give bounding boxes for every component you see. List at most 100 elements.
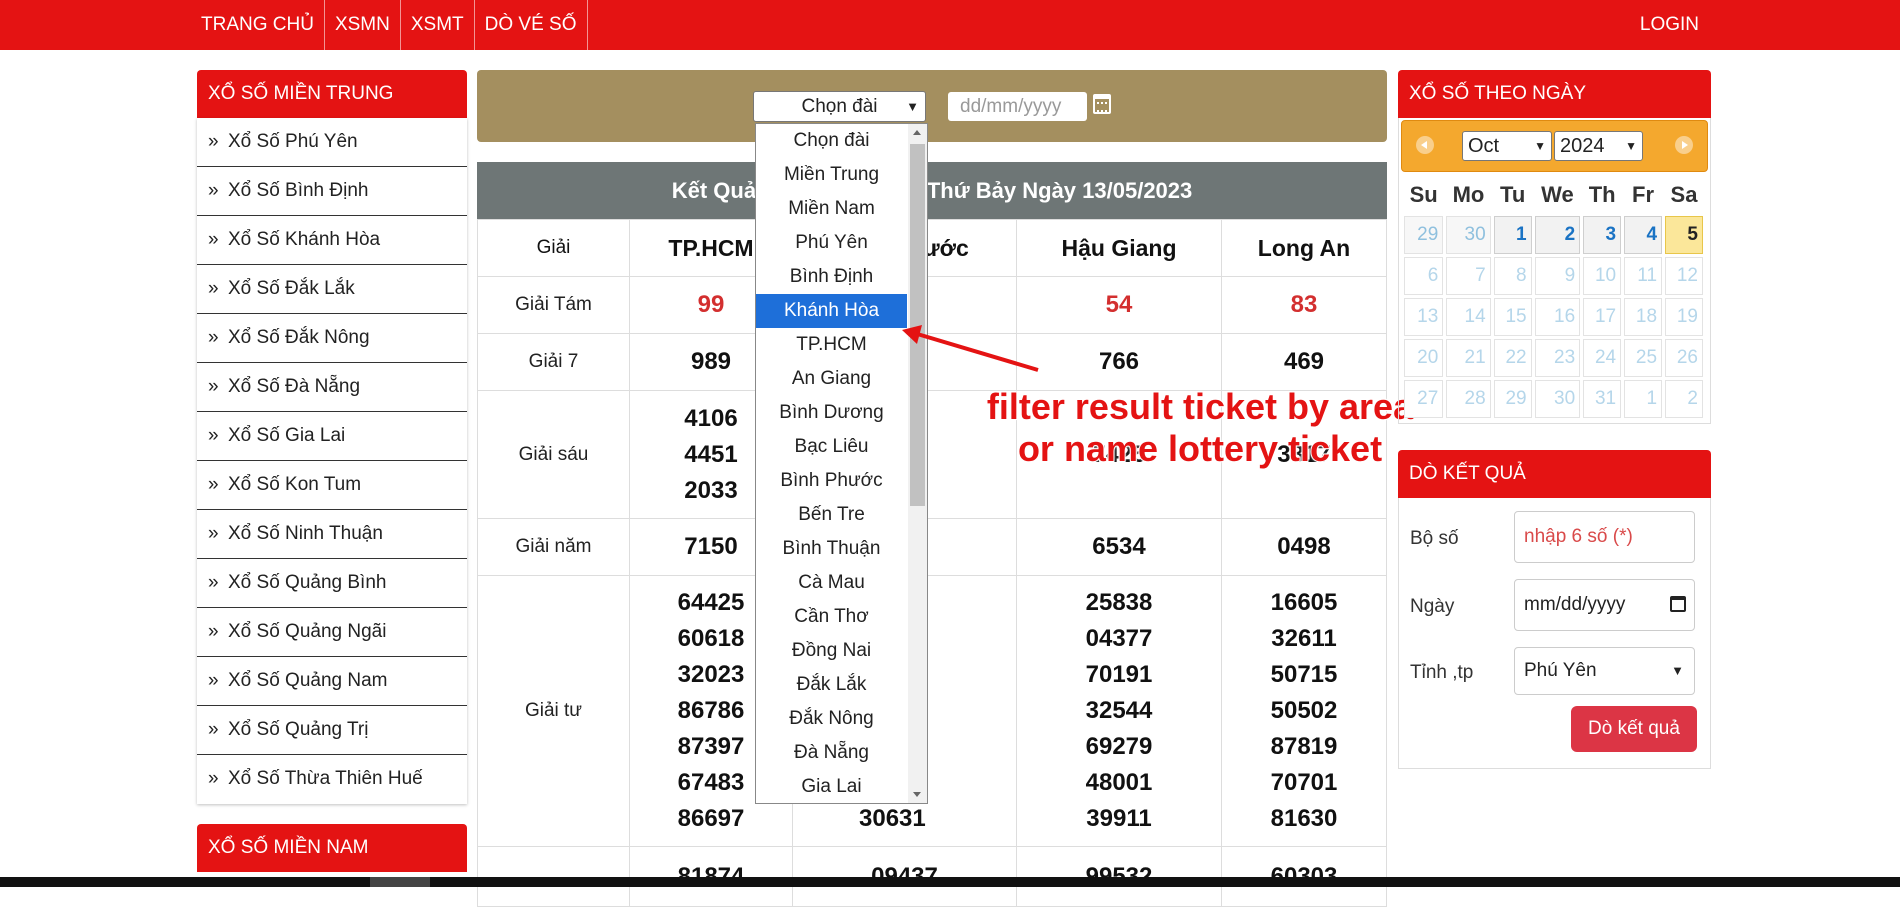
dropdown-option[interactable]: Chọn đài — [756, 124, 907, 158]
calendar-day-today[interactable]: 5 — [1665, 216, 1703, 254]
prize-number: 39911 — [1086, 805, 1152, 832]
province-select-value: Chọn đài — [801, 96, 878, 117]
dropdown-option[interactable]: Cần Thơ — [756, 600, 907, 634]
sidebar-item-thua-thien-hue[interactable]: » Xổ Số Thừa Thiên Huế — [197, 755, 467, 804]
scroll-up-icon[interactable] — [913, 130, 921, 135]
sidebar-item-label: Xổ Số Gia Lai — [228, 425, 346, 446]
dropdown-option-selected[interactable]: Khánh Hòa — [756, 294, 907, 328]
prize-number-cell: 25838 04377 70191 32544 69279 48001 3991… — [1016, 575, 1222, 847]
sidebar-item-da-nang[interactable]: » Xổ Số Đà Nẵng — [197, 363, 467, 412]
weekday-label: Sa — [1670, 182, 1698, 207]
nav-xsmt-link[interactable]: XSMT — [401, 0, 475, 50]
sidebar-item-dak-lak[interactable]: » Xổ Số Đắk Lắk — [197, 265, 467, 314]
sidebar-item-label: Xổ Số Quảng Trị — [228, 719, 369, 740]
sidebar-item-label: Xổ Số Đà Nẵng — [228, 376, 361, 397]
calendar-week: 6 7 8 9 10 11 12 — [1404, 257, 1703, 295]
dropdown-option[interactable]: Bình Dương — [756, 396, 907, 430]
sidebar-item-quang-nam[interactable]: » Xổ Số Quảng Nam — [197, 657, 467, 706]
date-field[interactable]: mm/dd/yyyy — [1514, 579, 1695, 631]
chevron-down-icon: ▼ — [1625, 139, 1637, 153]
sidebar-item-label: Xổ Số Ninh Thuận — [228, 523, 383, 544]
province-select[interactable]: Chọn đài ▼ — [753, 91, 926, 122]
taskbar-strip — [0, 877, 1900, 887]
check-result-button[interactable]: Dò kết quả — [1571, 706, 1697, 752]
year-select[interactable]: 2024 ▼ — [1554, 131, 1643, 161]
scroll-down-icon[interactable] — [913, 792, 921, 797]
dropdown-option[interactable]: Đắk Nông — [756, 702, 907, 736]
sidebar-item-kon-tum[interactable]: » Xổ Số Kon Tum — [197, 461, 467, 510]
main-nav: TRANG CHỦ XSMN XSMT DÒ VÉ SỐ — [191, 0, 588, 50]
calendar-day: 16 — [1534, 298, 1581, 336]
calendar-icon[interactable] — [1670, 596, 1686, 612]
dropdown-option[interactable]: Miền Nam — [756, 192, 907, 226]
table-row: Giải năm 7150 0 6534 0498 — [477, 518, 1387, 576]
calendar-day: 18 — [1624, 298, 1663, 336]
calendar-day[interactable]: 2 — [1534, 216, 1581, 254]
calendar-day[interactable]: 30 — [1446, 216, 1491, 254]
dropdown-option[interactable]: Đắk Lắk — [756, 668, 907, 702]
calendar-header: Oct ▼ 2024 ▼ — [1401, 120, 1708, 172]
prize-number: 50715 — [1270, 661, 1338, 688]
mien-trung-list: » Xổ Số Phú Yên » Xổ Số Bình Định » Xổ Số K… — [197, 118, 467, 804]
sidebar-item-label: Xổ Số Phú Yên — [228, 131, 358, 152]
dropdown-option[interactable]: Bến Tre — [756, 498, 907, 532]
prize-label: Giải sáu — [477, 390, 630, 519]
dropdown-option[interactable]: An Giang — [756, 362, 907, 396]
sidebar-item-ninh-thuan[interactable]: » Xổ Số Ninh Thuận — [197, 510, 467, 559]
dropdown-option[interactable]: Gia Lai — [756, 770, 907, 804]
calendar-day[interactable]: 3 — [1583, 216, 1622, 254]
prize-label: Giải Tám — [477, 276, 630, 334]
bullet-icon: » — [208, 523, 219, 544]
sidebar-item-gia-lai[interactable]: » Xổ Số Gia Lai — [197, 412, 467, 461]
dropdown-scrollbar[interactable] — [908, 124, 927, 803]
login-link[interactable]: LOGIN — [1640, 0, 1699, 50]
calendar-day: 23 — [1534, 339, 1581, 377]
sidebar-item-dak-nong[interactable]: » Xổ Số Đắk Nông — [197, 314, 467, 363]
month-select[interactable]: Oct ▼ — [1462, 131, 1552, 161]
dropdown-option[interactable]: Miền Trung — [756, 158, 907, 192]
dropdown-option[interactable]: Đà Nẵng — [756, 736, 907, 770]
prize-number: 70701 — [1270, 769, 1338, 796]
dropdown-option[interactable]: Bình Thuận — [756, 532, 907, 566]
next-month-icon[interactable] — [1675, 136, 1693, 154]
province-dropdown-list[interactable]: Chọn đài Miền Trung Miền Nam Phú Yên Bìn… — [755, 123, 928, 804]
calendar-day[interactable]: 4 — [1624, 216, 1663, 254]
dropdown-option[interactable]: Bạc Liêu — [756, 430, 907, 464]
nav-xsmn-link[interactable]: XSMN — [325, 0, 401, 50]
calendar-week: 20 21 22 23 24 25 26 — [1404, 339, 1703, 377]
nav-do-ve-so-link[interactable]: DÒ VÉ SỐ — [475, 0, 588, 50]
sidebar-item-phu-yen[interactable]: » Xổ Số Phú Yên — [197, 118, 467, 167]
nav-home-link[interactable]: TRANG CHỦ — [191, 0, 325, 50]
dropdown-option[interactable]: Đồng Nai — [756, 634, 907, 668]
left-sidebar: XỔ SỐ MIỀN TRUNG » Xổ Số Phú Yên » Xổ Số B… — [197, 70, 467, 872]
results-panel: Kết Quả X Thứ Bảy Ngày 13/05/2023 Giải TP… — [477, 162, 1387, 907]
number-input[interactable]: nhập 6 số (*) — [1514, 511, 1695, 563]
province-dropdown[interactable]: Phú Yên ▼ — [1514, 647, 1695, 695]
sidebar-item-binh-dinh[interactable]: » Xổ Số Bình Định — [197, 167, 467, 216]
sidebar-item-quang-binh[interactable]: » Xổ Số Quảng Bình — [197, 559, 467, 608]
calendar-day[interactable]: 29 — [1404, 216, 1444, 254]
annotation-line: or name lottery ticket — [1017, 427, 1383, 470]
dropdown-option[interactable]: Cà Mau — [756, 566, 907, 600]
ngay-label: Ngày — [1410, 596, 1455, 617]
calendar-icon[interactable] — [1093, 94, 1111, 114]
prize-number: 70191 — [1085, 661, 1153, 688]
dropdown-option[interactable]: Bình Định — [756, 260, 907, 294]
prev-month-icon[interactable] — [1416, 136, 1434, 154]
calendar-day[interactable]: 1 — [1493, 216, 1532, 254]
dropdown-option[interactable]: TP.HCM — [756, 328, 907, 362]
sidebar-item-label: Xổ Số Quảng Bình — [228, 572, 387, 593]
dropdown-option[interactable]: Bình Phước — [756, 464, 907, 498]
chevron-down-icon: ▼ — [1671, 663, 1684, 678]
prize-number: 766 — [1016, 333, 1222, 391]
filter-bar: Chọn đài ▼ dd/mm/yyyy — [477, 70, 1387, 142]
date-input[interactable]: dd/mm/yyyy — [948, 92, 1087, 121]
sidebar-item-quang-tri[interactable]: » Xổ Số Quảng Trị — [197, 706, 467, 755]
calendar-day: 31 — [1583, 380, 1622, 418]
calendar-week: 27 28 29 30 31 1 2 — [1404, 380, 1703, 418]
calendar-day: 24 — [1583, 339, 1622, 377]
prize-number: 54 — [1016, 276, 1222, 334]
dropdown-option[interactable]: Phú Yên — [756, 226, 907, 260]
sidebar-item-khanh-hoa[interactable]: » Xổ Số Khánh Hòa — [197, 216, 467, 265]
sidebar-item-quang-ngai[interactable]: » Xổ Số Quảng Ngãi — [197, 608, 467, 657]
